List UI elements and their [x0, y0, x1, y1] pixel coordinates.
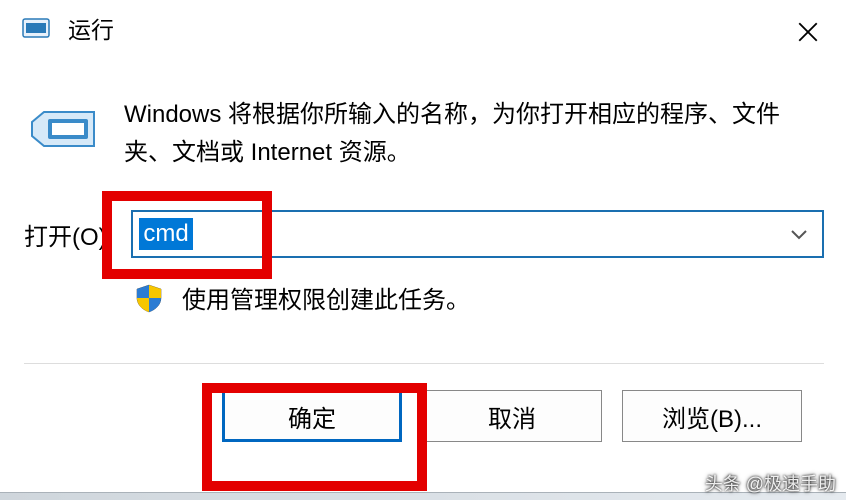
- admin-note-row: 使用管理权限创建此任务。: [24, 280, 824, 315]
- open-label: 打开(O):: [24, 217, 113, 252]
- run-dialog: 运行 Windows 将根据你所输入的名称，为你打开相应的程序、文件夹、文档或 …: [0, 0, 846, 500]
- close-icon[interactable]: [790, 14, 826, 50]
- shield-icon: [134, 283, 164, 313]
- run-large-icon: [30, 102, 98, 158]
- button-row: 确定 取消 浏览(B)...: [24, 390, 824, 442]
- watermark-text: 头条 @极速手助: [705, 470, 836, 496]
- chevron-down-icon[interactable]: [790, 228, 808, 240]
- description-text: Windows 将根据你所输入的名称，为你打开相应的程序、文件夹、文档或 Int…: [124, 96, 824, 172]
- dialog-content: Windows 将根据你所输入的名称，为你打开相应的程序、文件夹、文档或 Int…: [0, 56, 846, 442]
- titlebar: 运行: [0, 0, 846, 56]
- run-app-icon: [22, 14, 50, 42]
- ok-button[interactable]: 确定: [222, 390, 402, 442]
- open-row: 打开(O): cmd: [24, 210, 824, 258]
- open-input-value[interactable]: cmd: [139, 218, 192, 250]
- admin-note-text: 使用管理权限创建此任务。: [182, 280, 470, 315]
- browse-button[interactable]: 浏览(B)...: [622, 390, 802, 442]
- open-combobox[interactable]: cmd: [131, 210, 824, 258]
- window-title: 运行: [68, 11, 114, 45]
- separator: [24, 363, 824, 364]
- description-row: Windows 将根据你所输入的名称，为你打开相应的程序、文件夹、文档或 Int…: [24, 96, 824, 172]
- cancel-button[interactable]: 取消: [422, 390, 602, 442]
